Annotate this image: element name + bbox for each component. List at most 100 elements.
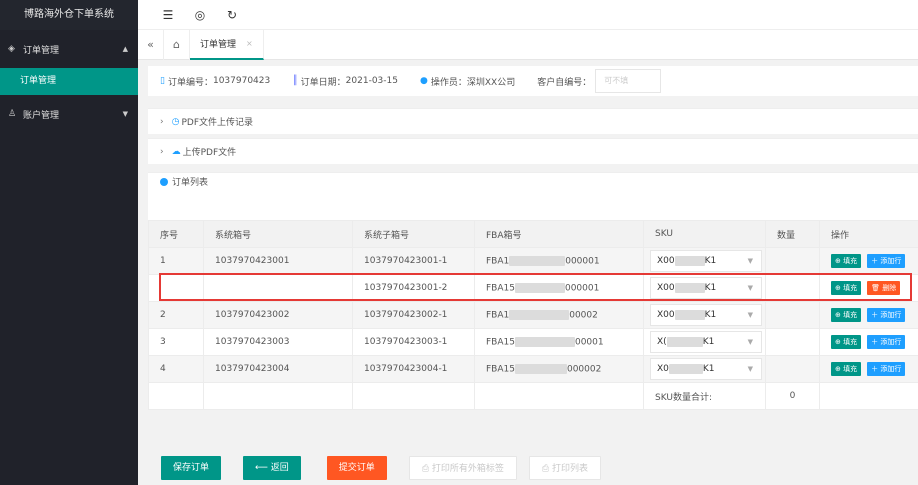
fill-button[interactable]: ⊕ 填充 [831,281,862,295]
print-icon: ⎙ [541,464,552,474]
print-list-button[interactable]: ⎙ 打印列表 [528,456,601,480]
delete-button[interactable]: 🗑 删除 [867,281,901,295]
order-table: 序号 系统箱号 系统子箱号 FBA箱号 SKU 数量 操作 1 10379704… [148,220,918,410]
add-row-button[interactable]: ＋ 添加行 [867,362,906,376]
operator: ● 操作员： 深圳XX公司 [420,75,515,88]
submit-order-button[interactable]: 提交订单 [326,456,387,480]
add-row-button[interactable]: ＋ 添加行 [867,308,906,322]
cell-ops: ⊕ 填充 ＋ 添加行 [819,328,918,356]
arrow-left-icon: ⟵ [255,463,271,473]
user-icon: ♙ [8,109,17,119]
fill-button[interactable]: ⊕ 填充 [831,335,862,349]
table-row: 2 1037970423002 1037970423002-1 FBA1 0000… [148,301,918,329]
fba-suffix: 000002 [566,364,602,375]
redacted-block [674,282,705,293]
upload-pdf-label: 上传PDF文件 [182,148,237,158]
chevron-down-icon: ▼ [747,365,753,373]
sku-select[interactable]: X00 K1 ▼ [650,277,762,299]
cell-sub-box: 1037970423004-1 [352,355,475,383]
table-row: 1037970423001-2 FBA15 000001 X00 K1 ▼ ⊕ 填充 🗑… [148,274,918,302]
cell-sku: X00 K1 ▼ [643,301,766,329]
cell-qty[interactable] [765,328,820,356]
cell-sys-box: 1037970423001 [203,247,353,275]
print-list-label: 打印列表 [551,464,588,474]
add-row-label: 添加行 [880,311,902,319]
add-row-button[interactable]: ＋ 添加行 [867,335,906,349]
table-row: 1 1037970423001 1037970423001-1 FBA1 0000… [148,247,918,275]
customer-number-input[interactable]: 可不填 [595,69,662,93]
sidebar-item-order-management[interactable]: 订单管理 [0,68,138,95]
cell-sys-box: 1037970423003 [203,328,353,356]
sku-select[interactable]: X00 K1 ▼ [650,304,762,326]
globe-icon[interactable]: ◎ [190,8,210,22]
redacted-block [514,363,567,374]
sku-select[interactable]: X0 K1 ▼ [650,358,762,380]
cell-qty[interactable] [765,355,820,383]
save-order-button[interactable]: 保存订单 [161,456,222,480]
sidebar-group-order[interactable]: ◈ 订单管理 ▲ [0,30,138,68]
redacted-block [509,309,570,320]
tab-prev-icon[interactable]: « [138,29,164,60]
print-labels-button[interactable]: ⎙ 打印所有外箱标签 [408,456,517,480]
sku-select[interactable]: X(K1 ▼ [650,331,762,353]
tab-order-management[interactable]: 订单管理 × [190,29,264,60]
order-list-title: 订单列表 [172,178,209,188]
tab-label: 订单管理 [200,40,237,50]
pdf-upload-log-panel[interactable]: › ◷ PDF文件上传记录 [148,108,918,134]
menu-fold-icon[interactable]: ☰ [158,8,178,22]
cell-seq: 4 [148,355,204,383]
table-row: 4 1037970423004 1037970423004-1 FBA15 000… [148,355,918,383]
sku-prefix: X00 [657,256,675,266]
customer-number: 客户自编号： 可不填 [537,69,662,93]
customer-number-label: 客户自编号： [537,77,592,88]
fill-button[interactable]: ⊕ 填充 [831,362,862,376]
fill-button[interactable]: ⊕ 填充 [831,308,862,322]
sidebar-group-label: 订单管理 [23,45,60,56]
sku-prefix: X0 [657,364,669,374]
sidebar-group-label: 账户管理 [23,110,60,121]
chevron-down-icon: ▼ [747,338,753,346]
fba-suffix: 00002 [569,310,598,321]
add-row-label: 添加行 [880,338,902,346]
cell-qty[interactable] [765,247,820,275]
pdf-upload-log-label: PDF文件上传记录 [181,118,254,128]
redacted-block [509,255,566,266]
upload-pdf-panel[interactable]: › ☁ 上传PDF文件 [148,138,918,164]
file-icon: ▯ [160,76,165,86]
redacted-block [674,309,705,320]
fill-button[interactable]: ⊕ 填充 [831,254,862,268]
table-total-row: SKU数量合计: 0 [148,382,918,410]
sku-select[interactable]: X00 K1 ▼ [650,250,762,272]
user-icon: ● [419,76,428,86]
total-label: SKU数量合计: [643,382,766,410]
tab-strip: « ⌂ 订单管理 × [138,29,918,60]
chevron-right-icon: › [160,116,164,127]
sidebar: 博路海外仓下单系统 ◈ 订单管理 ▲ 订单管理 ♙ 账户管理 ▼ [0,0,138,485]
cloud-upload-icon: ☁ [171,146,181,157]
home-icon[interactable]: ⌂ [164,29,190,60]
cell-fba-box: FBA1 00002 [474,301,644,329]
refresh-icon[interactable]: ↻ [222,8,242,22]
cell-sku: X0 K1 ▼ [643,355,766,383]
cell-ops: ⊕ 填充 ＋ 添加行 [819,301,918,329]
chevron-down-icon: ▼ [747,311,753,319]
cell-seq [148,274,204,302]
main-content: ▯ 订单编号： 1037970423 ║ 订单日期： 2021-03-15 ● … [148,66,918,485]
fba-suffix: 00001 [574,337,604,348]
cell-qty[interactable] [765,274,820,302]
cell-seq: 3 [148,328,204,356]
info-dot-icon [160,177,168,186]
back-button[interactable]: ⟵ 返回 [243,456,301,480]
cell-qty[interactable] [765,301,820,329]
order-list-spacer [148,190,918,220]
close-icon[interactable]: × [246,39,253,48]
cell-sys-box [203,274,353,302]
operator-value: 深圳XX公司 [466,77,516,88]
print-labels-label: 打印所有外箱标签 [431,464,504,474]
add-row-button[interactable]: ＋ 添加行 [867,254,906,268]
col-sku: SKU [643,220,766,248]
sidebar-group-account[interactable]: ♙ 账户管理 ▼ [0,95,138,133]
cell-fba-box: FBA1 000001 [474,247,644,275]
fba-prefix: FBA15 [486,283,515,294]
col-qty: 数量 [765,220,820,248]
